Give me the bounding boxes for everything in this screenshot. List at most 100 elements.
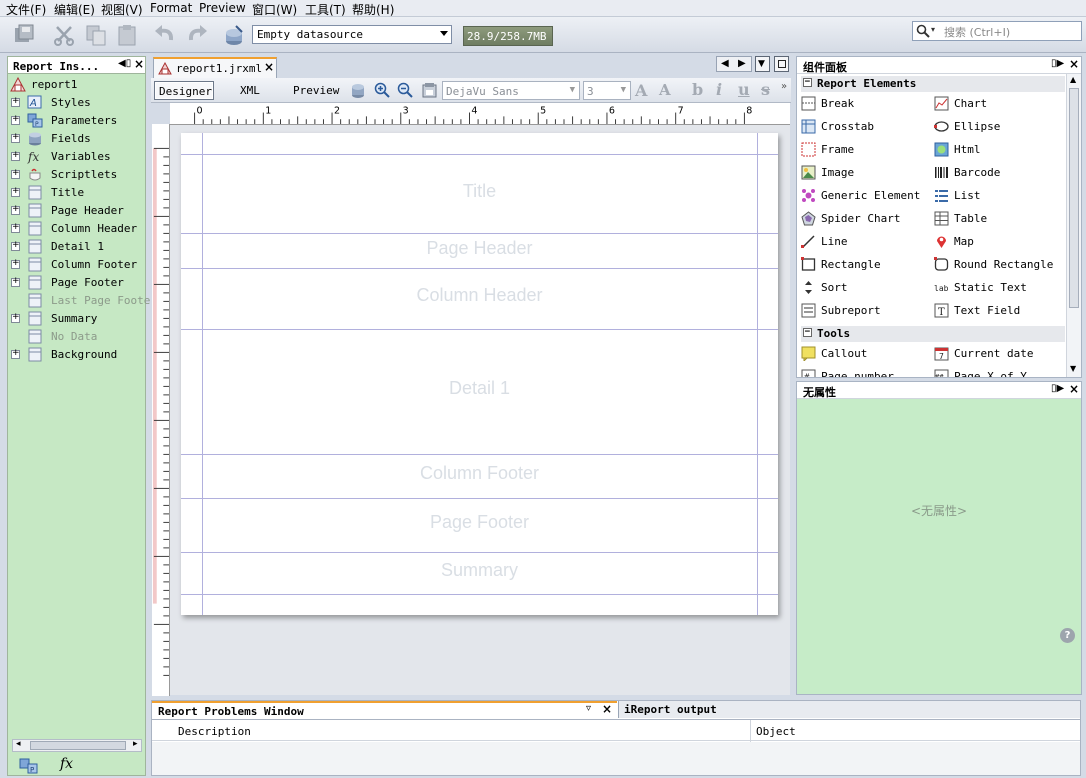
tree-horizontal-scrollbar[interactable]: ◂ ▸ [12, 739, 142, 752]
expand-icon[interactable] [11, 222, 20, 233]
expand-icon[interactable] [11, 114, 20, 125]
tree-item-column-footer[interactable]: Column Footer [8, 256, 147, 274]
tree-item-scriptlets[interactable]: Scriptlets [8, 166, 147, 184]
strikethrough-icon[interactable]: s [761, 80, 770, 99]
save-all-icon[interactable] [12, 23, 36, 47]
font-size-select[interactable]: 3 ▼ [583, 81, 631, 100]
scroll-right-icon[interactable]: ▶ [738, 58, 746, 69]
column-description[interactable]: Description [178, 725, 251, 738]
tree-item-last-page-footer[interactable]: Last Page Footer [8, 292, 157, 310]
tree-item-detail-1[interactable]: Detail 1 [8, 238, 147, 256]
band-column-footer[interactable]: Column Footer [181, 455, 778, 499]
tree-item-column-header[interactable]: Column Header [8, 220, 147, 238]
scroll-left-icon[interactable]: ◂ [16, 739, 21, 749]
expand-icon[interactable] [11, 150, 20, 161]
tree-item-background[interactable]: Background [8, 346, 147, 364]
palette-vertical-scrollbar[interactable]: ▲ ▼ [1066, 74, 1081, 377]
palette-section-tools[interactable]: − Tools [801, 326, 1065, 342]
minimize-icon[interactable]: ▯▶ [1051, 383, 1064, 394]
scrollbar-thumb[interactable] [1069, 88, 1079, 308]
undo-icon[interactable] [153, 23, 177, 47]
designer-mode-button[interactable]: Designer [154, 81, 214, 100]
increase-font-icon[interactable]: A [635, 81, 647, 100]
datasource-select[interactable]: Empty datasource [252, 25, 452, 44]
memory-indicator[interactable]: 28.9/258.7MB [463, 26, 553, 46]
tree-item-page-header[interactable]: Page Header [8, 202, 147, 220]
cut-icon[interactable] [52, 23, 76, 47]
band-column-header[interactable]: Column Header [181, 269, 778, 330]
tree-item-no-data[interactable]: No Data [8, 328, 147, 346]
menu-window[interactable]: 窗口(W) [252, 1, 297, 18]
preview-mode-button[interactable]: Preview [289, 81, 343, 100]
tree-item-fields[interactable]: Fields [8, 130, 147, 148]
band-title[interactable]: Title [181, 155, 778, 234]
expand-icon[interactable] [11, 96, 20, 107]
scroll-up-icon[interactable]: ▲ [1070, 75, 1076, 84]
tree-root[interactable]: report1 [8, 76, 147, 94]
collapse-icon[interactable]: − [803, 78, 812, 87]
tab-scroll-buttons[interactable]: ◀ ▶ [716, 56, 752, 72]
menu-file[interactable]: 文件(F) [6, 1, 46, 18]
menu-preview[interactable]: Preview [199, 1, 246, 15]
close-icon[interactable]: × [264, 60, 274, 74]
zoom-out-icon[interactable] [397, 82, 413, 98]
underline-icon[interactable]: u [738, 80, 750, 99]
scroll-right-icon[interactable]: ▸ [133, 739, 138, 749]
menu-tools[interactable]: 工具(T) [305, 1, 346, 18]
band-summary[interactable]: Summary [181, 553, 778, 595]
expand-icon[interactable] [11, 204, 20, 215]
close-icon[interactable]: × [134, 57, 144, 71]
decrease-font-icon[interactable]: A [659, 81, 671, 99]
band-detail-1[interactable]: Detail 1 [181, 330, 778, 455]
expand-icon[interactable] [11, 276, 20, 287]
parameters-icon[interactable]: P [18, 757, 40, 775]
paste-icon[interactable] [115, 23, 139, 47]
expand-icon[interactable] [11, 168, 20, 179]
expand-icon[interactable] [11, 348, 20, 359]
font-name-select[interactable]: DejaVu Sans ▼ [442, 81, 580, 100]
bold-icon[interactable]: b [692, 80, 703, 99]
tab-ireport-output[interactable]: iReport output [618, 701, 1080, 718]
xml-mode-button[interactable]: XML [236, 81, 264, 100]
scroll-left-icon[interactable]: ◀ [721, 58, 729, 69]
zoom-in-icon[interactable] [374, 82, 390, 98]
menu-help[interactable]: 帮助(H) [352, 1, 394, 18]
column-object[interactable]: Object [756, 725, 796, 738]
tab-report-problems[interactable]: Report Problems Window ▿ × [152, 701, 617, 718]
italic-icon[interactable]: i [716, 80, 722, 99]
copy-icon[interactable] [84, 23, 108, 47]
tree-item-page-footer[interactable]: Page Footer [8, 274, 147, 292]
scroll-down-icon[interactable]: ▼ [1070, 364, 1076, 373]
band-page-footer[interactable]: Page Footer [181, 499, 778, 553]
tab-list-button[interactable]: ▼ [755, 56, 770, 72]
zoom-fit-icon[interactable] [350, 82, 367, 99]
maximize-button[interactable] [774, 56, 789, 72]
menu-format[interactable]: Format [150, 1, 192, 15]
expand-icon[interactable] [11, 132, 20, 143]
tree-item-summary[interactable]: Summary [8, 310, 147, 328]
palette-section-report-elements[interactable]: − Report Elements [801, 76, 1065, 92]
tab-report1-jrxml[interactable]: report1.jrxml × [153, 57, 277, 78]
font-settings-icon[interactable] [421, 82, 438, 99]
tree-item-variables[interactable]: fx Variables [8, 148, 147, 166]
menu-view[interactable]: 视图(V) [101, 1, 143, 18]
datasource-icon[interactable] [222, 23, 246, 47]
search-input[interactable]: ▾ 搜索 (Ctrl+I) [912, 21, 1082, 41]
expand-icon[interactable] [11, 312, 20, 323]
minimize-icon[interactable]: ◀▯ [118, 58, 131, 69]
minimize-icon[interactable]: ▿ [586, 703, 591, 714]
minimize-icon[interactable]: ▯▶ [1051, 58, 1064, 69]
tree-item-styles[interactable]: A Styles [8, 94, 147, 112]
tree-item-parameters[interactable]: P Parameters [8, 112, 147, 130]
redo-icon[interactable] [185, 23, 209, 47]
band-page-header[interactable]: Page Header [181, 234, 778, 269]
tree-item-title[interactable]: Title [8, 184, 147, 202]
collapse-icon[interactable]: − [803, 328, 812, 337]
expand-icon[interactable] [11, 258, 20, 269]
report-page[interactable]: Title Page Header Column Header Detail 1… [181, 133, 778, 615]
scrollbar-thumb[interactable] [30, 741, 126, 750]
more-tools-icon[interactable]: » [781, 81, 787, 92]
variables-icon[interactable]: fx [60, 756, 73, 772]
close-icon[interactable]: × [602, 702, 612, 716]
expand-icon[interactable] [11, 186, 20, 197]
